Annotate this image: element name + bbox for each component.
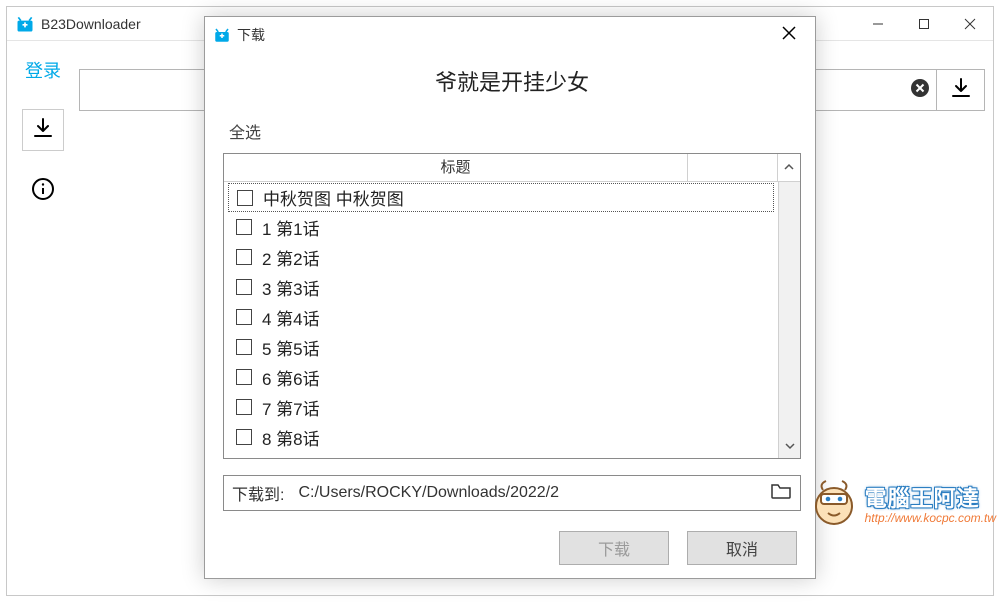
dialog-content: 爷就是开挂少女 全选 标题 中秋贺图 中秋贺图 1 第1话 2 第2话 3 第3话 4 … — [205, 53, 815, 578]
checkbox[interactable] — [236, 399, 252, 415]
scrollbar-track[interactable] — [779, 182, 800, 436]
path-value: C:/Users/ROCKY/Downloads/2022/2 — [298, 484, 559, 502]
list-body: 中秋贺图 中秋贺图 1 第1话 2 第2话 3 第3话 4 第4话 5 第5话 6 第6话 7… — [224, 182, 800, 458]
left-sidebar: 登录 — [7, 41, 79, 595]
download-path-row: 下载到: C:/Users/ROCKY/Downloads/2022/2 — [223, 475, 801, 511]
watermark-url: http://www.kocpc.com.tw — [865, 511, 996, 525]
content-title: 爷就是开挂少女 — [223, 65, 801, 97]
column-header-blank[interactable] — [688, 154, 778, 181]
list-item-label: 3 第3话 — [262, 275, 320, 300]
maximize-button[interactable] — [901, 7, 947, 41]
chevron-down-icon — [785, 438, 795, 456]
scroll-down-button[interactable] — [779, 436, 800, 458]
list-header: 标题 — [224, 154, 800, 182]
list-item[interactable]: 5 第5话 — [224, 332, 778, 362]
app-title: B23Downloader — [41, 16, 141, 32]
list-item[interactable]: 6 第6话 — [224, 362, 778, 392]
checkbox[interactable] — [236, 249, 252, 265]
checkbox[interactable] — [236, 309, 252, 325]
download-icon — [31, 116, 55, 145]
close-button[interactable] — [947, 7, 993, 41]
episode-list: 标题 中秋贺图 中秋贺图 1 第1话 2 第2话 3 第3话 4 第4话 5 第5话 6 第… — [223, 153, 801, 459]
dialog-buttons: 下载 取消 — [223, 531, 801, 565]
clear-input-button[interactable] — [904, 74, 936, 106]
rows-container: 中秋贺图 中秋贺图 1 第1话 2 第2话 3 第3话 4 第4话 5 第5话 6 第6话 7… — [224, 182, 778, 458]
list-item-label: 6 第6话 — [262, 365, 320, 390]
watermark-text-block: 電腦王阿達 http://www.kocpc.com.tw — [865, 481, 996, 525]
list-item-label: 中秋贺图 中秋贺图 — [263, 185, 404, 210]
download-icon — [949, 76, 973, 105]
minimize-button[interactable] — [855, 7, 901, 41]
list-item[interactable]: 1 第1话 — [224, 212, 778, 242]
window-controls — [855, 7, 993, 41]
downloads-button[interactable] — [22, 109, 64, 151]
info-button[interactable] — [29, 177, 57, 205]
scroll-up-button[interactable] — [778, 154, 800, 181]
checkbox[interactable] — [236, 429, 252, 445]
mascot-icon — [809, 478, 859, 528]
list-item-label: 8 第8话 — [262, 425, 320, 450]
clear-icon — [910, 78, 930, 103]
cancel-button[interactable]: 取消 — [687, 531, 797, 565]
list-item-label: 4 第4话 — [262, 305, 320, 330]
path-label: 下载到: — [232, 481, 284, 505]
list-item[interactable]: 中秋贺图 中秋贺图 — [228, 183, 774, 212]
list-item[interactable]: 4 第4话 — [224, 302, 778, 332]
watermark-title: 電腦王阿達 — [865, 481, 996, 513]
dialog-close-button[interactable] — [767, 20, 811, 50]
list-item-label: 5 第5话 — [262, 335, 320, 360]
checkbox[interactable] — [236, 369, 252, 385]
select-all-link[interactable]: 全选 — [229, 119, 801, 143]
list-item[interactable]: 3 第3话 — [224, 272, 778, 302]
download-button[interactable]: 下载 — [559, 531, 669, 565]
app-icon — [213, 26, 231, 44]
download-dialog: 下载 爷就是开挂少女 全选 标题 中秋贺图 中秋贺图 1 第1话 2 第2话 3 第3… — [204, 16, 816, 579]
close-icon — [782, 26, 796, 45]
checkbox[interactable] — [236, 279, 252, 295]
list-item[interactable]: 7 第7话 — [224, 392, 778, 422]
list-item-label: 7 第7话 — [262, 395, 320, 420]
app-icon — [15, 14, 35, 34]
list-item-label: 2 第2话 — [262, 245, 320, 270]
watermark: 電腦王阿達 http://www.kocpc.com.tw — [809, 478, 996, 528]
list-item[interactable]: 2 第2话 — [224, 242, 778, 272]
browse-folder-button[interactable] — [770, 482, 792, 505]
dialog-title: 下载 — [237, 25, 265, 45]
list-item-label: 1 第1话 — [262, 215, 320, 240]
list-item[interactable]: 8 第8话 — [224, 422, 778, 452]
checkbox[interactable] — [236, 339, 252, 355]
folder-icon — [770, 482, 792, 505]
scrollbar[interactable] — [778, 182, 800, 458]
column-header-title[interactable]: 标题 — [224, 154, 688, 181]
submit-download-button[interactable] — [936, 70, 984, 110]
checkbox[interactable] — [237, 190, 253, 206]
chevron-up-icon — [784, 159, 794, 177]
login-link[interactable]: 登录 — [25, 57, 61, 83]
checkbox[interactable] — [236, 219, 252, 235]
info-icon — [31, 177, 55, 206]
dialog-titlebar: 下载 — [205, 17, 815, 53]
